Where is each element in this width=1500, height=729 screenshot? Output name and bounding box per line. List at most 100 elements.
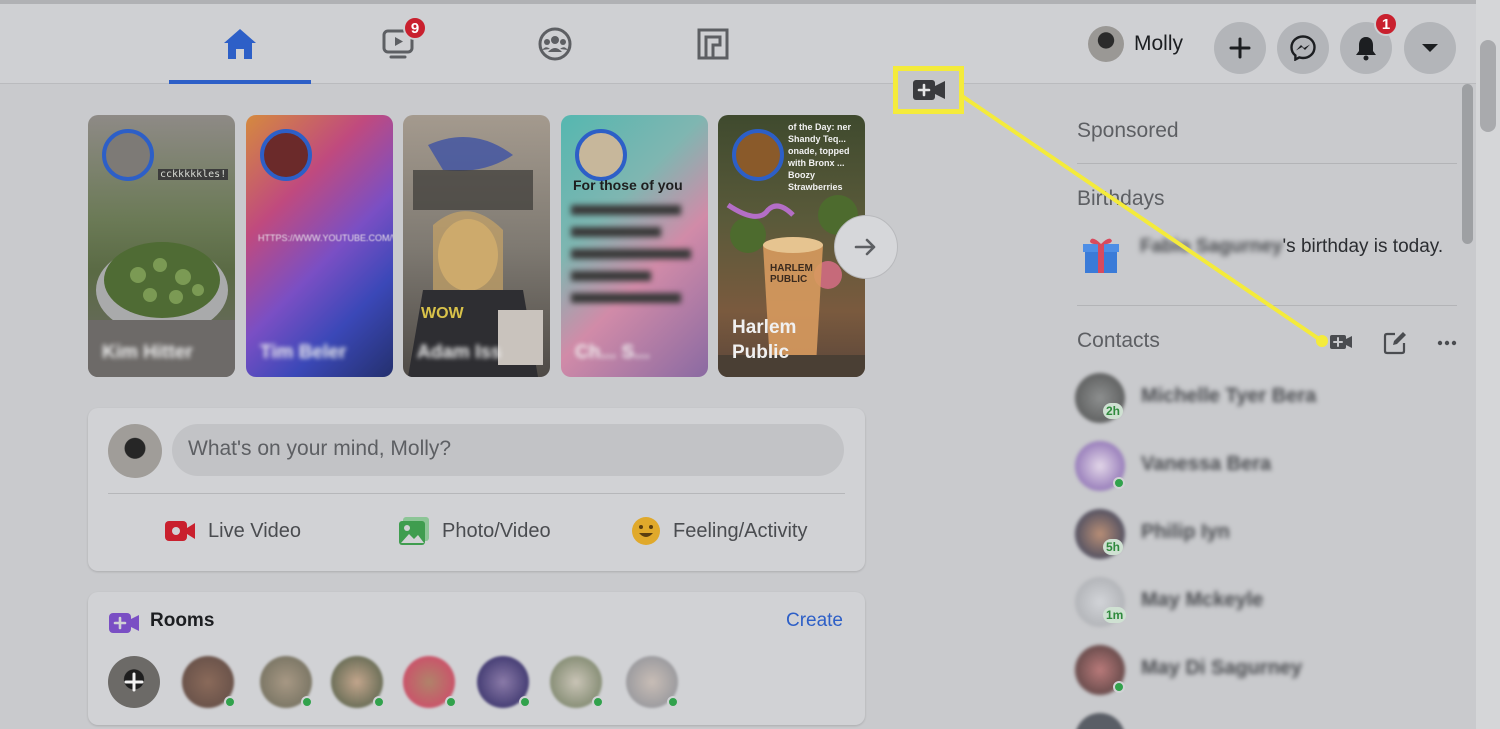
story-author: Kim Hitter [102,342,193,363]
birthday-person: Fabio Sagurney [1140,236,1283,257]
rooms-video-icon [109,613,139,633]
story-author: Tim Beler [260,342,347,363]
create-button[interactable] [1214,22,1266,74]
window-scrollbar-thumb[interactable] [1480,40,1496,132]
feeling-icon [632,517,660,545]
watch-badge: 9 [403,16,427,40]
messenger-button[interactable] [1277,22,1329,74]
action-label: Feeling/Activity [673,519,808,542]
photo-icon [399,517,429,545]
birthday-notice[interactable]: Fabio Sagurney's birthday is today. [1140,234,1450,260]
contact-name: Michelle Tyer Bera [1141,385,1317,407]
tab-watch[interactable]: 9 [327,4,469,84]
birthdays-heading: Birthdays [1077,187,1165,210]
contact-name: May Mckeyle [1141,589,1264,611]
action-label: Photo/Video [442,519,551,542]
new-message-button[interactable] [1381,330,1409,356]
home-icon [224,29,256,59]
top-nav-bar: 9 Molly 1 [0,4,1476,84]
contact-avatar[interactable] [1075,713,1125,729]
create-room-button[interactable] [108,656,160,708]
contacts-heading: Contacts [1077,329,1160,352]
feeling-activity-button[interactable]: Feeling/Activity [631,513,808,549]
online-indicator [667,696,679,708]
online-indicator [1113,477,1125,489]
online-indicator [519,696,531,708]
arrow-right-icon [854,238,876,256]
story-author: Harlem Public [732,317,797,363]
chevron-down-icon [1422,44,1438,52]
story-logo: HARLEM PUBLIC [770,263,813,285]
profile-name: Molly [1134,32,1184,55]
tab-home[interactable] [169,4,311,84]
online-indicator [445,696,457,708]
rooms-create-link[interactable]: Create [786,610,843,632]
gift-icon [1083,238,1119,273]
contact-item[interactable]: 5h Philip Iyn [1075,509,1455,561]
account-menu-button[interactable] [1404,22,1456,74]
tab-groups[interactable] [484,4,626,84]
story-author: Adam Iss [417,342,502,363]
birthday-suffix: 's birthday is today. [1282,236,1444,257]
plus-icon [1229,37,1251,59]
plus-icon [124,672,144,692]
contact-name: Philip Iyn [1141,521,1230,543]
more-horizontal-icon [1437,340,1457,346]
divider [108,493,845,494]
messenger-icon [1290,35,1316,61]
compose-icon [1383,332,1406,355]
avatar [108,424,162,478]
online-indicator [592,696,604,708]
story-overlay-text: of the Day: ner Shandy Teq... onade, top… [788,122,852,192]
online-indicator [1113,681,1125,693]
divider [1077,305,1457,306]
story-card[interactable]: WOW Adam Iss [403,115,550,377]
photo-video-button[interactable]: Photo/Video [398,513,551,549]
story-overlay-text: WOW [421,305,464,322]
story-avatar [102,129,154,181]
contact-item[interactable]: May Di Sagurney [1075,645,1455,697]
contacts-options-button[interactable] [1433,330,1461,356]
sidebar-scrollbar[interactable] [1462,84,1473,244]
contact-last-active: 5h [1103,539,1124,555]
contact-last-active: 2h [1103,403,1124,419]
story-overlay-text: cckkkkkles! [158,169,229,180]
story-card[interactable]: For those of you Ch... S... [561,115,708,377]
story-avatar [260,129,312,181]
story-overlay-text: HTTPS://WWW.YOUTUBE.COM/W [258,233,393,243]
bell-icon [1356,37,1376,61]
new-room-video-icon [1330,335,1352,349]
online-indicator [301,696,313,708]
contact-name: Vanessa Bera [1141,453,1272,475]
post-composer: What's on your mind, Molly? Live Video P… [88,408,865,571]
new-room-button[interactable] [1327,330,1355,354]
online-indicator [373,696,385,708]
contact-name: May Di Sagurney [1141,657,1303,679]
callout-highlight [893,66,964,114]
notifications-button[interactable]: 1 [1340,12,1398,74]
contact-item[interactable]: Vanessa Bera [1075,441,1455,493]
avatar [1088,26,1124,62]
sponsored-heading: Sponsored [1077,119,1179,142]
status-input[interactable]: What's on your mind, Molly? [172,424,844,476]
stories-next-button[interactable] [834,215,898,279]
notification-badge: 1 [1374,12,1398,36]
divider [1077,163,1457,164]
contact-item[interactable]: 2h Michelle Tyer Bera [1075,373,1455,425]
live-video-icon [165,521,195,541]
tab-gaming[interactable] [642,4,784,84]
groups-icon [538,27,572,61]
story-redaction [571,205,691,303]
story-author: Ch... S... [575,342,650,363]
story-card[interactable]: HTTPS://WWW.YOUTUBE.COM/W Tim Beler [246,115,393,377]
live-video-button[interactable]: Live Video [164,513,301,549]
contact-item[interactable]: 1m May Mckeyle [1075,577,1455,629]
story-avatar [732,129,784,181]
action-label: Live Video [208,519,302,542]
rooms-card: Rooms Create [88,592,865,725]
story-card[interactable]: cckkkkkles! Kim Hitter [88,115,235,377]
contact-last-active: 1m [1103,607,1127,623]
gaming-icon [697,28,729,60]
online-indicator [224,696,236,708]
profile-chip[interactable]: Molly [1088,22,1183,66]
